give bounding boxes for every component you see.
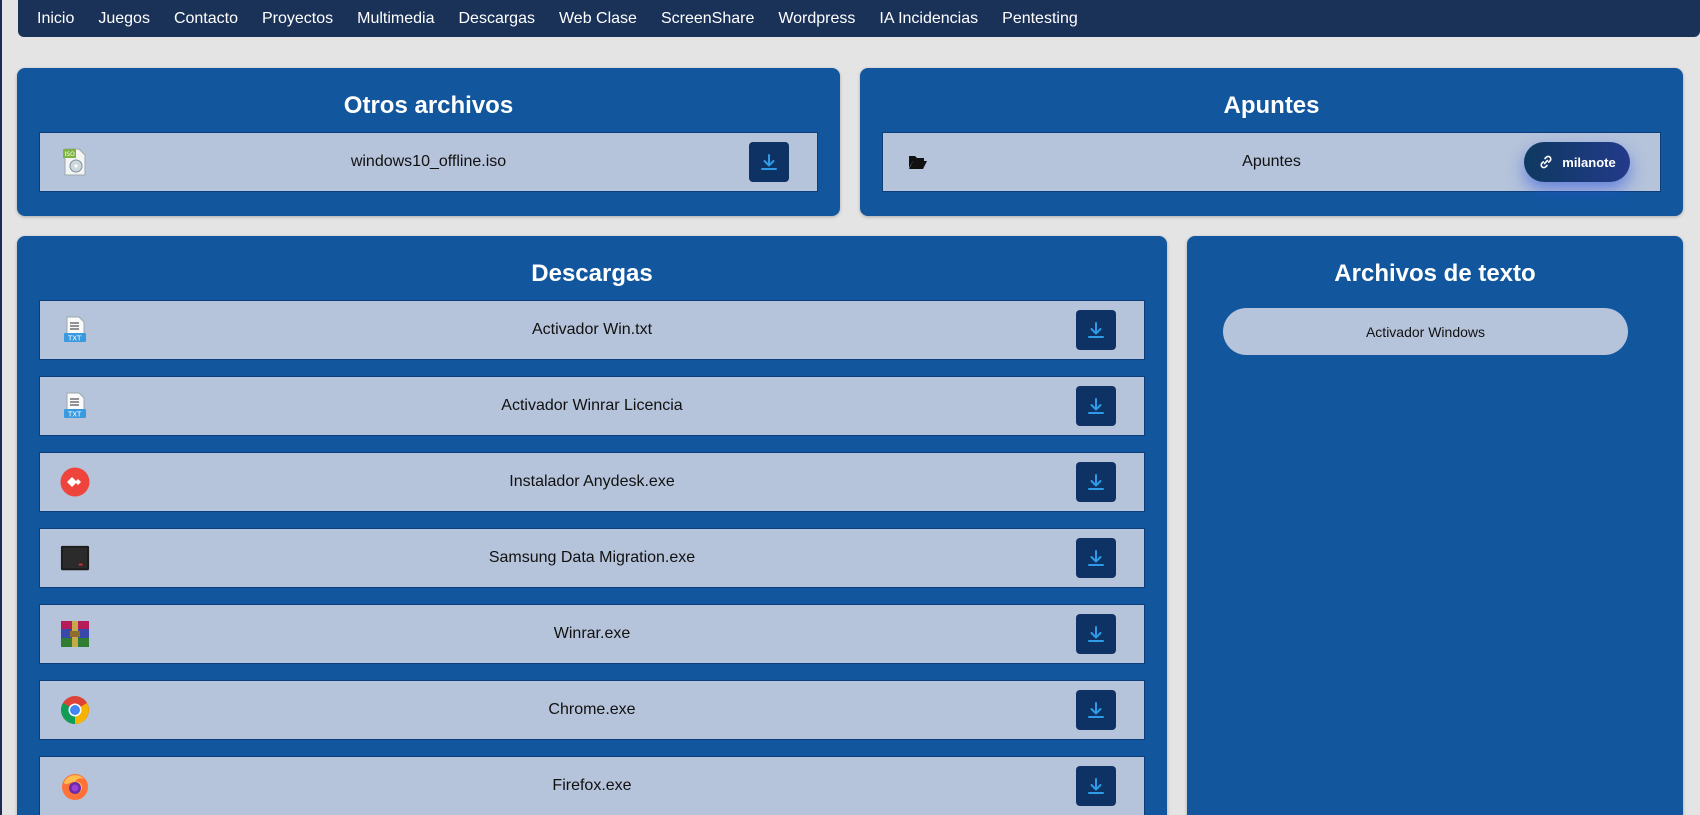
download-button[interactable] — [1076, 386, 1116, 426]
file-name: windows10_offline.iso — [350, 153, 507, 170]
text-file-link-activador-windows[interactable]: Activador Windows — [1223, 308, 1628, 355]
file-name: Instalador Anydesk.exe — [509, 473, 675, 490]
apuntes-panel: Apuntes Apuntes milanote — [860, 68, 1683, 216]
samsung-ssd-icon — [60, 543, 90, 573]
list-item: Instalador Anydesk.exe — [39, 452, 1145, 512]
download-button[interactable] — [1076, 690, 1116, 730]
nav-juegos[interactable]: Juegos — [98, 10, 150, 28]
nav-inicio[interactable]: Inicio — [37, 10, 74, 28]
link-icon — [1540, 155, 1552, 169]
iso-file-icon: ISO — [60, 147, 90, 177]
svg-text:TXT: TXT — [67, 335, 82, 343]
svg-text:ISO: ISO — [65, 151, 76, 158]
otros-archivos-title: Otros archivos — [343, 92, 514, 119]
list-item: Chrome.exe — [39, 680, 1145, 740]
nav-proyectos[interactable]: Proyectos — [262, 10, 333, 28]
archivos-texto-panel: Archivos de texto Activador Windows — [1187, 236, 1683, 815]
download-button[interactable] — [1076, 462, 1116, 502]
list-item: ISO windows10_offline.iso — [39, 132, 818, 192]
txt-file-icon: TXT — [60, 391, 90, 421]
list-item: TXT Activador Win.txt — [39, 300, 1145, 360]
file-name: Activador Winrar Licencia — [501, 397, 683, 414]
list-item: Samsung Data Migration.exe — [39, 528, 1145, 588]
nav-ia-incidencias[interactable]: IA Incidencias — [879, 10, 978, 28]
milanote-link-button[interactable]: milanote — [1524, 142, 1630, 182]
download-button[interactable] — [1076, 310, 1116, 350]
nav-pentesting[interactable]: Pentesting — [1002, 10, 1078, 28]
milanote-label: milanote — [1562, 154, 1616, 170]
list-item: Winrar.exe — [39, 604, 1145, 664]
otros-archivos-panel: Otros archivos ISO windows10_offline.iso — [17, 68, 840, 216]
window-edge — [0, 0, 2, 815]
download-icon — [1088, 550, 1104, 566]
file-name: Winrar.exe — [553, 625, 631, 642]
download-icon — [1088, 778, 1104, 794]
list-item: Apuntes milanote — [882, 132, 1661, 192]
list-item: Firefox.exe — [39, 756, 1145, 815]
nav-multimedia[interactable]: Multimedia — [357, 10, 434, 28]
nav-screenshare[interactable]: ScreenShare — [661, 10, 754, 28]
firefox-icon — [60, 771, 90, 801]
download-icon — [761, 154, 777, 170]
download-icon — [1088, 474, 1104, 490]
descargas-panel: Descargas TXT Activador Win.txt TXT Acti… — [17, 236, 1167, 815]
archivos-texto-title: Archivos de texto — [1334, 260, 1536, 287]
descargas-title: Descargas — [531, 260, 653, 287]
file-name: Samsung Data Migration.exe — [488, 549, 696, 566]
svg-text:TXT: TXT — [67, 411, 82, 419]
download-icon — [1088, 398, 1104, 414]
top-nav: Inicio Juegos Contacto Proyectos Multime… — [18, 0, 1700, 37]
download-icon — [1088, 322, 1104, 338]
download-button[interactable] — [1076, 538, 1116, 578]
apuntes-title: Apuntes — [1223, 92, 1320, 119]
chrome-icon — [60, 695, 90, 725]
folder-open-icon — [903, 147, 933, 177]
list-item: TXT Activador Winrar Licencia — [39, 376, 1145, 436]
download-icon — [1088, 702, 1104, 718]
download-button[interactable] — [749, 142, 789, 182]
winrar-icon — [60, 619, 90, 649]
download-button[interactable] — [1076, 766, 1116, 806]
nav-wordpress[interactable]: Wordpress — [778, 10, 855, 28]
nav-descargas[interactable]: Descargas — [459, 10, 535, 28]
nav-web-clase[interactable]: Web Clase — [559, 10, 637, 28]
anydesk-icon — [60, 467, 90, 497]
file-name: Firefox.exe — [552, 777, 632, 794]
download-button[interactable] — [1076, 614, 1116, 654]
file-name: Activador Win.txt — [531, 321, 653, 338]
nav-contacto[interactable]: Contacto — [174, 10, 238, 28]
file-name: Chrome.exe — [548, 701, 636, 718]
download-icon — [1088, 626, 1104, 642]
txt-file-icon: TXT — [60, 315, 90, 345]
